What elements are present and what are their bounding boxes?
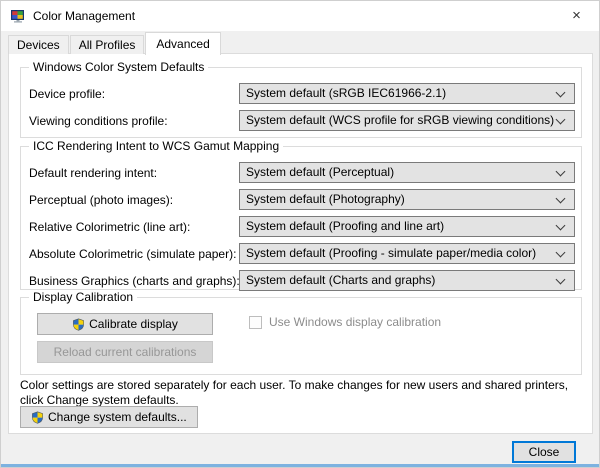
calibrate-display-button[interactable]: Calibrate display: [37, 313, 213, 335]
use-windows-calibration-checkbox[interactable]: Use Windows display calibration: [249, 315, 441, 329]
group-title: Windows Color System Defaults: [29, 60, 209, 74]
selected-value: System default (Charts and graphs): [246, 273, 436, 287]
business-graphics-intent-select[interactable]: System default (Charts and graphs): [239, 270, 575, 291]
relative-colorimetric-row: Relative Colorimetric (line art): System…: [29, 216, 575, 237]
button-label: Calibrate display: [89, 317, 178, 331]
device-profile-row: Device profile: System default (sRGB IEC…: [29, 83, 575, 104]
advanced-tab-page: Windows Color System Defaults Device pro…: [8, 53, 593, 434]
tab-all-profiles[interactable]: All Profiles: [69, 35, 145, 54]
business-graphics-label: Business Graphics (charts and graphs):: [29, 274, 240, 288]
button-label: Close: [528, 445, 560, 459]
selected-value: System default (Photography): [246, 192, 405, 206]
absolute-colorimetric-label: Absolute Colorimetric (simulate paper):: [29, 247, 237, 261]
selected-value: System default (sRGB IEC61966-2.1): [246, 86, 447, 100]
viewing-conditions-label: Viewing conditions profile:: [29, 114, 168, 128]
chevron-down-icon: [555, 193, 566, 204]
color-management-dialog: Color Management × Devices All Profiles …: [0, 0, 600, 468]
tab-devices[interactable]: Devices: [8, 35, 69, 54]
wcs-defaults-group: Windows Color System Defaults Device pro…: [20, 60, 582, 138]
relative-colorimetric-intent-select[interactable]: System default (Proofing and line art): [239, 216, 575, 237]
checkbox-box: [249, 315, 262, 329]
perceptual-label: Perceptual (photo images):: [29, 193, 174, 207]
group-title: Display Calibration: [29, 290, 138, 304]
chevron-down-icon: [555, 87, 566, 98]
selected-value: System default (WCS profile for sRGB vie…: [246, 113, 555, 127]
titlebar: Color Management ×: [1, 1, 599, 31]
button-label: Change system defaults...: [48, 410, 187, 424]
change-system-defaults-button[interactable]: Change system defaults...: [20, 406, 198, 428]
tab-advanced[interactable]: Advanced: [145, 32, 221, 55]
chevron-down-icon: [555, 220, 566, 231]
page-title: Color Management: [33, 9, 136, 23]
button-label: Reload current calibrations: [53, 345, 197, 359]
default-rendering-intent-select[interactable]: System default (Perceptual): [239, 162, 575, 183]
chevron-down-icon: [555, 247, 566, 258]
user-settings-note: Color settings are stored separately for…: [20, 378, 569, 407]
display-calibration-group: Display Calibration Calibrate display Us…: [20, 290, 582, 375]
device-profile-label: Device profile:: [29, 87, 106, 101]
business-graphics-row: Business Graphics (charts and graphs): S…: [29, 270, 575, 291]
uac-shield-icon: [72, 318, 85, 331]
icc-mapping-group: ICC Rendering Intent to WCS Gamut Mappin…: [20, 139, 582, 291]
default-intent-label: Default rendering intent:: [29, 166, 158, 180]
selected-value: System default (Perceptual): [246, 165, 395, 179]
viewing-conditions-row: Viewing conditions profile: System defau…: [29, 110, 575, 131]
device-profile-select[interactable]: System default (sRGB IEC61966-2.1): [239, 83, 575, 104]
perceptual-row: Perceptual (photo images): System defaul…: [29, 189, 575, 210]
selected-value: System default (Proofing and line art): [246, 219, 445, 233]
selected-value: System default (Proofing - simulate pape…: [246, 246, 537, 260]
group-title: ICC Rendering Intent to WCS Gamut Mappin…: [29, 139, 284, 153]
tab-strip: Devices All Profiles Advanced: [8, 32, 222, 55]
checkbox-label: Use Windows display calibration: [269, 315, 442, 329]
close-button[interactable]: Close: [512, 441, 576, 463]
viewing-conditions-profile-select[interactable]: System default (WCS profile for sRGB vie…: [239, 110, 575, 131]
window-bottom-border: [1, 464, 599, 467]
chevron-down-icon: [555, 274, 566, 285]
relative-colorimetric-label: Relative Colorimetric (line art):: [29, 220, 191, 234]
absolute-colorimetric-row: Absolute Colorimetric (simulate paper): …: [29, 243, 575, 264]
default-intent-row: Default rendering intent: System default…: [29, 162, 575, 183]
dialog-footer: Close: [1, 434, 599, 466]
absolute-colorimetric-intent-select[interactable]: System default (Proofing - simulate pape…: [239, 243, 575, 264]
close-icon[interactable]: ×: [554, 1, 599, 31]
chevron-down-icon: [555, 114, 566, 125]
perceptual-intent-select[interactable]: System default (Photography): [239, 189, 575, 210]
chevron-down-icon: [555, 166, 566, 177]
reload-calibrations-button[interactable]: Reload current calibrations: [37, 341, 213, 363]
color-management-monitor-icon: [10, 8, 26, 24]
uac-shield-icon: [31, 411, 44, 424]
